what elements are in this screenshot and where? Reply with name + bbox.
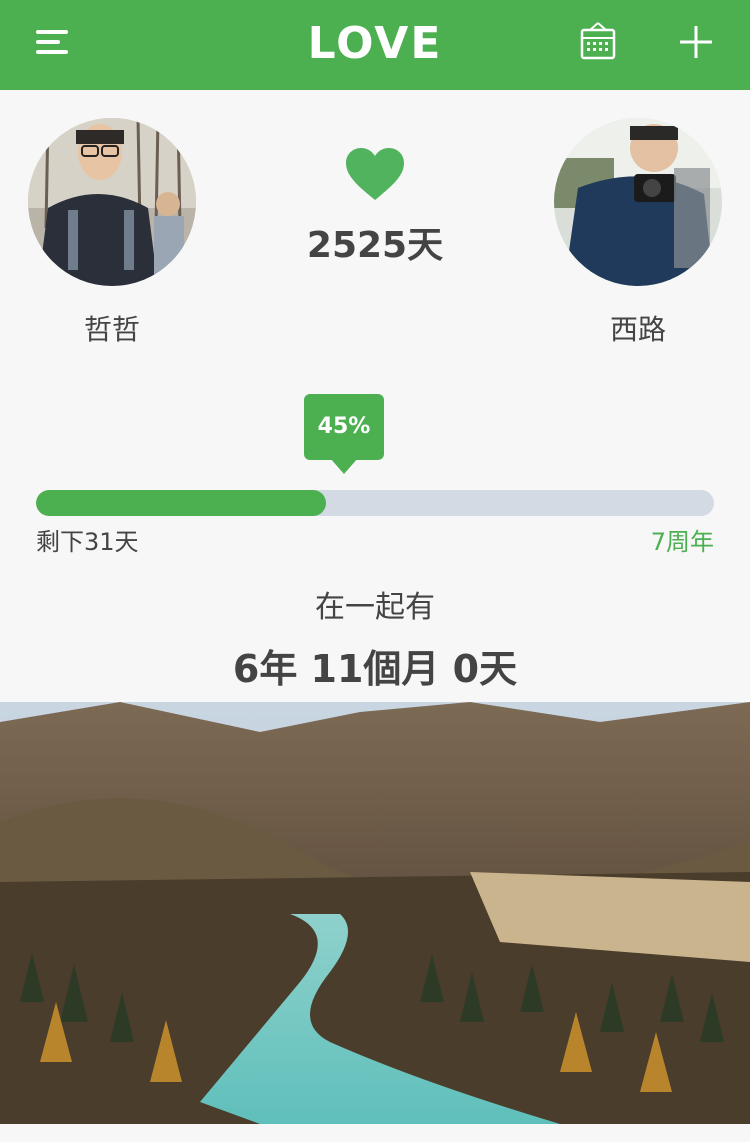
cover-photo[interactable] — [0, 702, 750, 1124]
progress-percent-badge: 45% — [304, 394, 384, 460]
partner-right-name: 西路 — [609, 313, 666, 346]
anniversary-milestone: 7周年 — [650, 528, 714, 556]
heart-icon — [346, 148, 404, 200]
progress-track — [36, 490, 714, 516]
calendar-icon[interactable] — [580, 22, 616, 60]
together-label: 在一起有 — [315, 590, 435, 625]
partner-left-name: 哲哲 — [83, 313, 140, 346]
plus-icon[interactable] — [678, 24, 714, 60]
progress-badge-tail — [330, 458, 358, 474]
progress-fill — [36, 490, 326, 516]
remaining-days: 剩下31天 — [36, 528, 139, 556]
love-logo: LOVE — [307, 18, 443, 69]
together-duration: 6年 11個月 0天 — [232, 647, 518, 691]
days-together: 2525天 — [306, 225, 444, 266]
header-bar: LOVE — [0, 0, 750, 90]
